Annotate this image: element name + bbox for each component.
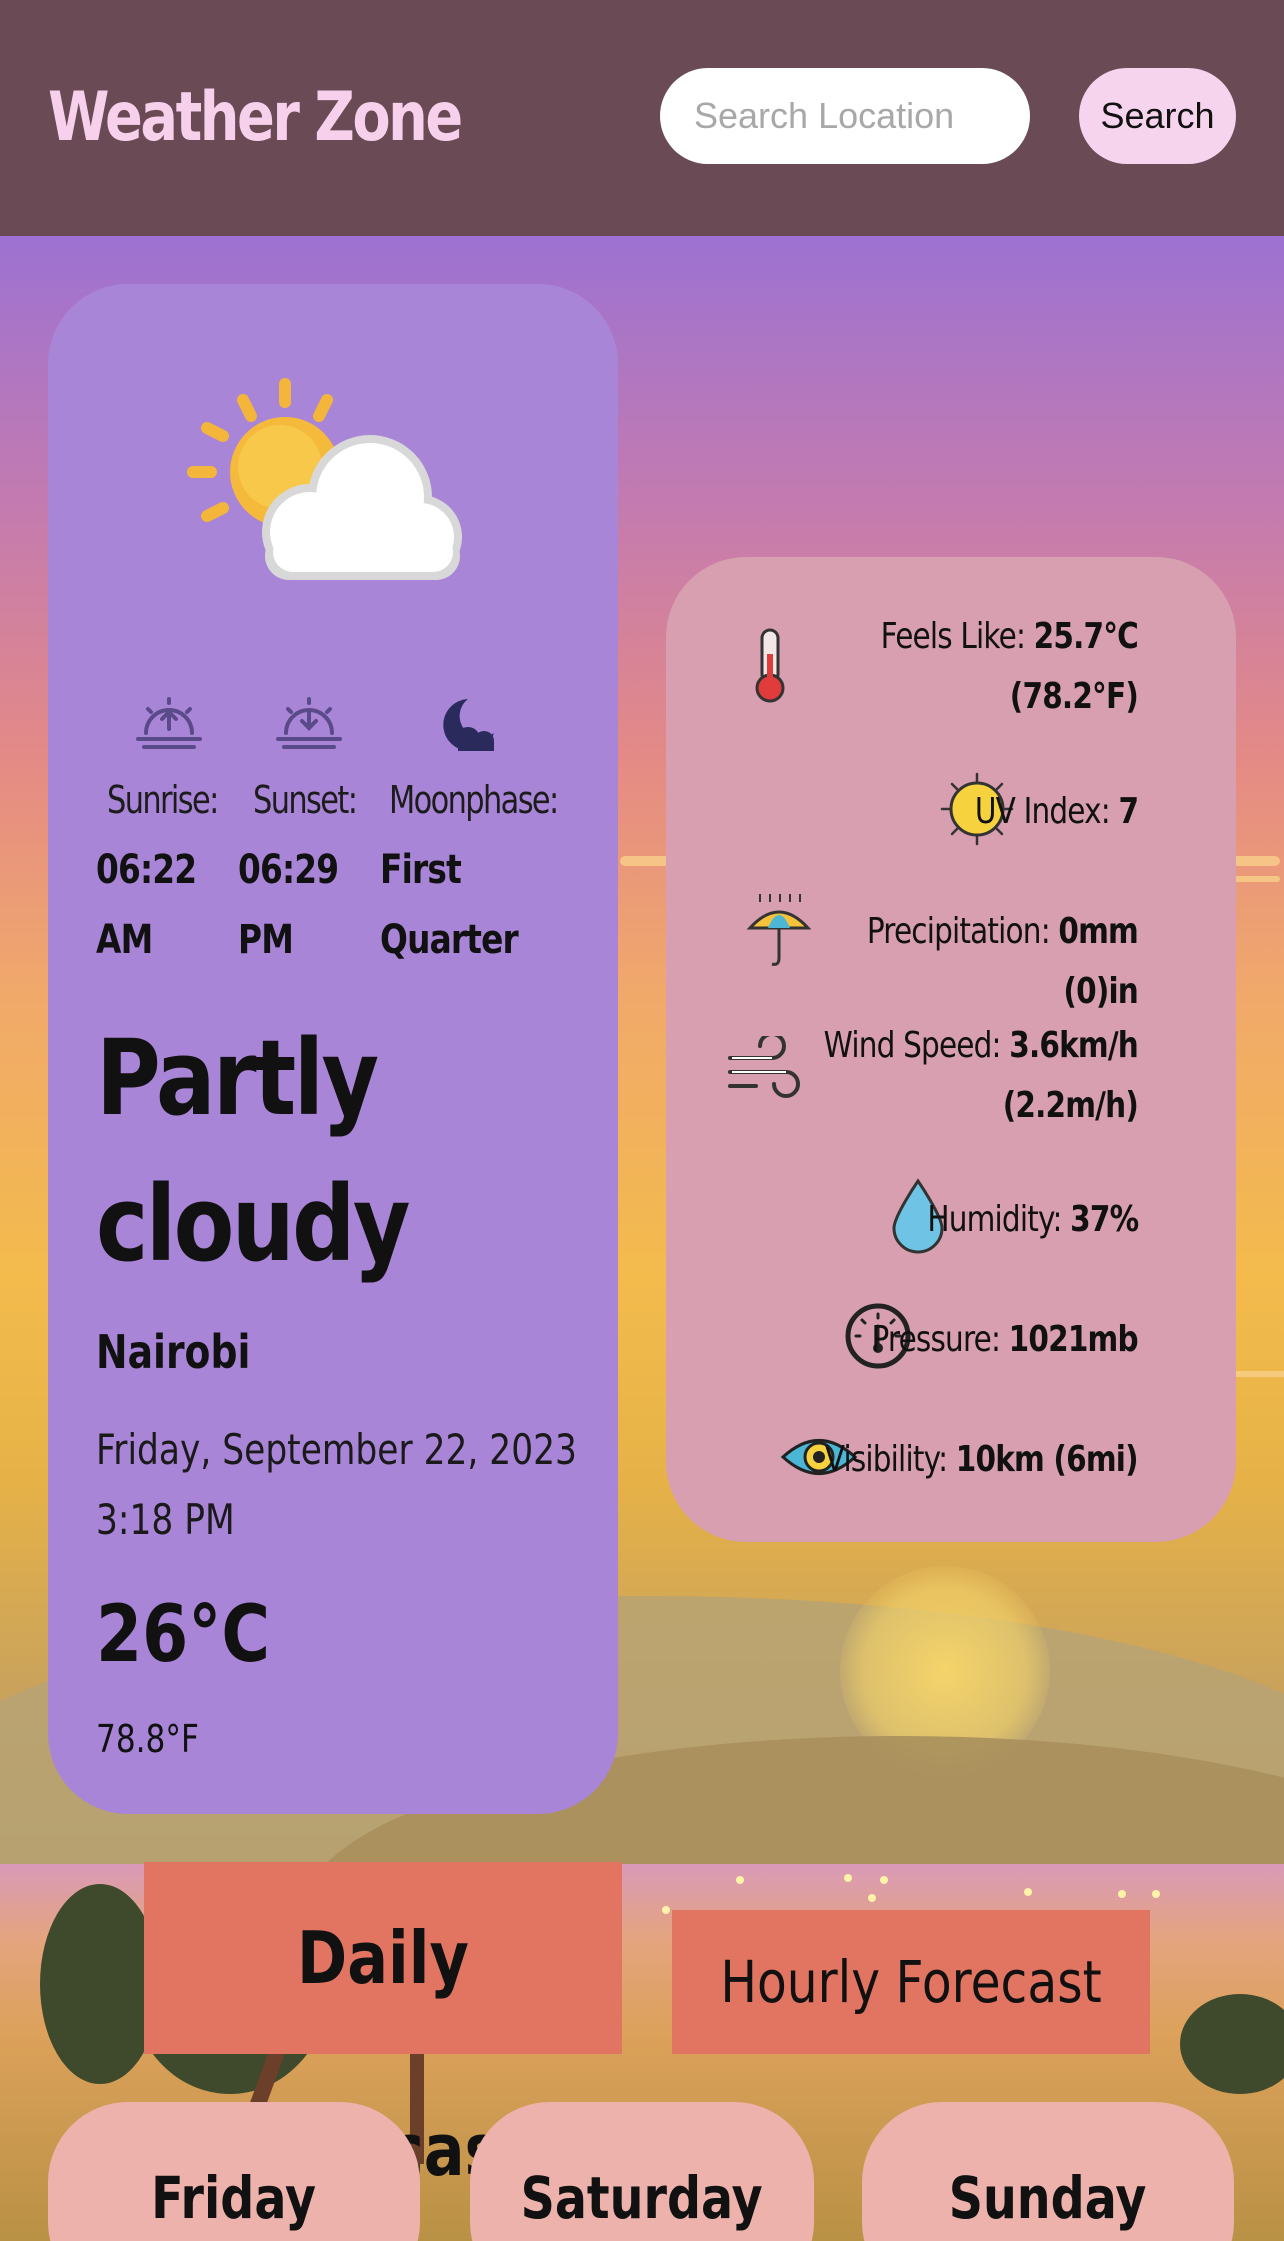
condition-text: Partly cloudy (96, 1017, 411, 1285)
tab-daily-forecast[interactable]: Daily Forecast (144, 1862, 622, 2192)
day-card-sunday[interactable]: Sunday (862, 2102, 1234, 2241)
sunrise-value: 06:22 AM (96, 847, 197, 963)
wind-speed-text: Wind Speed: 3.6km/h (2.2m/h) (823, 1025, 1139, 1126)
temperature-fahrenheit: 78.8°F (96, 1717, 199, 1761)
moon-icon (443, 699, 494, 751)
temperature-celsius: 26°C (96, 1590, 271, 1680)
current-date: Friday, September 22, 2023 (96, 1425, 577, 1474)
search-button[interactable]: Search (1079, 68, 1236, 164)
visibility-text: Visibility: 10km (6mi) (824, 1439, 1139, 1480)
tab-hourly-forecast[interactable]: Hourly Forecast (672, 1910, 1150, 2054)
search-input[interactable] (660, 68, 1030, 164)
app-title: Weather Zone (48, 78, 463, 157)
sunset-value: 06:29 PM (238, 847, 339, 963)
feels-like-text: Feels Like: 25.7°C (78.2°F) (880, 616, 1139, 717)
sunset-label: Sunset: (253, 778, 358, 822)
partly-cloudy-icon (187, 378, 462, 580)
day-name: Sunday (949, 2164, 1147, 2232)
sunset-icon (276, 697, 342, 749)
humidity-text: Humidity: 37% (926, 1199, 1139, 1240)
day-name: Saturday (520, 2164, 764, 2232)
sunrise-label: Sunrise: (107, 778, 219, 822)
current-time: 3:18 PM (96, 1495, 235, 1544)
day-card-saturday[interactable]: Saturday (470, 2102, 814, 2241)
sunrise-icon (136, 697, 202, 749)
uv-index-text: UV Index: 7 (974, 791, 1139, 832)
city-name: Nairobi (96, 1325, 251, 1379)
day-card-friday[interactable]: Friday (48, 2102, 420, 2241)
moonphase-label: Moonphase: (389, 778, 559, 822)
moonphase-value: First Quarter (380, 847, 519, 963)
precipitation-text: Precipitation: 0mm (0)in (866, 911, 1139, 1012)
day-name: Friday (151, 2164, 317, 2232)
pressure-text: Pressure: 1021mb (871, 1319, 1139, 1360)
app-header: Weather Zone Search (0, 0, 1284, 236)
